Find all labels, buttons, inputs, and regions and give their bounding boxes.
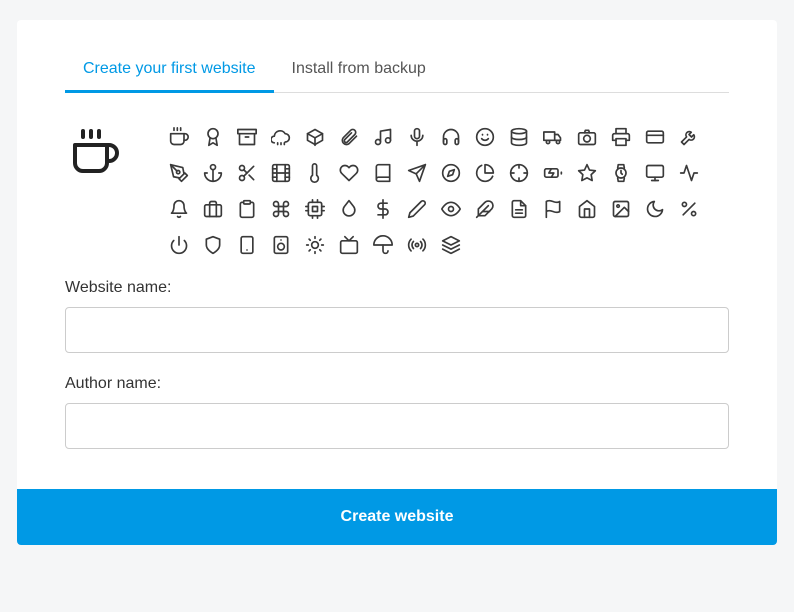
icon-picker <box>65 123 729 259</box>
mic-icon[interactable] <box>403 123 431 151</box>
printer-icon[interactable] <box>607 123 635 151</box>
layers-icon[interactable] <box>437 231 465 259</box>
tv-icon[interactable] <box>335 231 363 259</box>
database-icon[interactable] <box>505 123 533 151</box>
author-name-field: Author name: <box>65 375 729 449</box>
archive-icon[interactable] <box>233 123 261 151</box>
paperclip-icon[interactable] <box>335 123 363 151</box>
home-icon[interactable] <box>573 195 601 223</box>
smile-icon[interactable] <box>471 123 499 151</box>
activity-icon[interactable] <box>675 159 703 187</box>
music-icon[interactable] <box>369 123 397 151</box>
edit-icon[interactable] <box>403 195 431 223</box>
compass-icon[interactable] <box>437 159 465 187</box>
command-icon[interactable] <box>267 195 295 223</box>
anchor-icon[interactable] <box>199 159 227 187</box>
form: Website name: Author name: <box>65 279 729 449</box>
bell-icon[interactable] <box>165 195 193 223</box>
award-icon[interactable] <box>199 123 227 151</box>
heart-icon[interactable] <box>335 159 363 187</box>
icon-grid <box>165 123 703 259</box>
wizard-card: Create your first website Install from b… <box>17 20 777 545</box>
cloud-rain-icon[interactable] <box>267 123 295 151</box>
coffee-icon[interactable] <box>165 123 193 151</box>
sun-icon[interactable] <box>301 231 329 259</box>
star-icon[interactable] <box>573 159 601 187</box>
author-name-label: Author name: <box>65 375 729 393</box>
thermometer-icon[interactable] <box>301 159 329 187</box>
monitor-icon[interactable] <box>641 159 669 187</box>
file-text-icon[interactable] <box>505 195 533 223</box>
pie-chart-icon[interactable] <box>471 159 499 187</box>
website-name-label: Website name: <box>65 279 729 297</box>
website-name-field: Website name: <box>65 279 729 353</box>
tab-backup[interactable]: Install from backup <box>274 50 444 93</box>
selected-icon-preview <box>65 123 125 183</box>
briefcase-icon[interactable] <box>199 195 227 223</box>
image-icon[interactable] <box>607 195 635 223</box>
shield-icon[interactable] <box>199 231 227 259</box>
tab-create[interactable]: Create your first website <box>65 50 274 93</box>
cpu-icon[interactable] <box>301 195 329 223</box>
percent-icon[interactable] <box>675 195 703 223</box>
truck-icon[interactable] <box>539 123 567 151</box>
headphones-icon[interactable] <box>437 123 465 151</box>
smartphone-icon[interactable] <box>233 231 261 259</box>
camera-icon[interactable] <box>573 123 601 151</box>
droplet-icon[interactable] <box>335 195 363 223</box>
speaker-icon[interactable] <box>267 231 295 259</box>
watch-icon[interactable] <box>607 159 635 187</box>
clipboard-icon[interactable] <box>233 195 261 223</box>
film-icon[interactable] <box>267 159 295 187</box>
package-icon[interactable] <box>301 123 329 151</box>
author-name-input[interactable] <box>65 403 729 449</box>
book-icon[interactable] <box>369 159 397 187</box>
umbrella-icon[interactable] <box>369 231 397 259</box>
tool-icon[interactable] <box>675 123 703 151</box>
radio-icon[interactable] <box>403 231 431 259</box>
scissors-icon[interactable] <box>233 159 261 187</box>
feather-icon[interactable] <box>471 195 499 223</box>
battery-charging-icon[interactable] <box>539 159 567 187</box>
credit-card-icon[interactable] <box>641 123 669 151</box>
eye-icon[interactable] <box>437 195 465 223</box>
tabs: Create your first website Install from b… <box>65 20 729 93</box>
flag-icon[interactable] <box>539 195 567 223</box>
crosshair-icon[interactable] <box>505 159 533 187</box>
website-name-input[interactable] <box>65 307 729 353</box>
create-website-button[interactable]: Create website <box>17 489 777 545</box>
dollar-sign-icon[interactable] <box>369 195 397 223</box>
moon-icon[interactable] <box>641 195 669 223</box>
power-icon[interactable] <box>165 231 193 259</box>
coffee-icon <box>71 129 119 177</box>
send-icon[interactable] <box>403 159 431 187</box>
pen-tool-icon[interactable] <box>165 159 193 187</box>
